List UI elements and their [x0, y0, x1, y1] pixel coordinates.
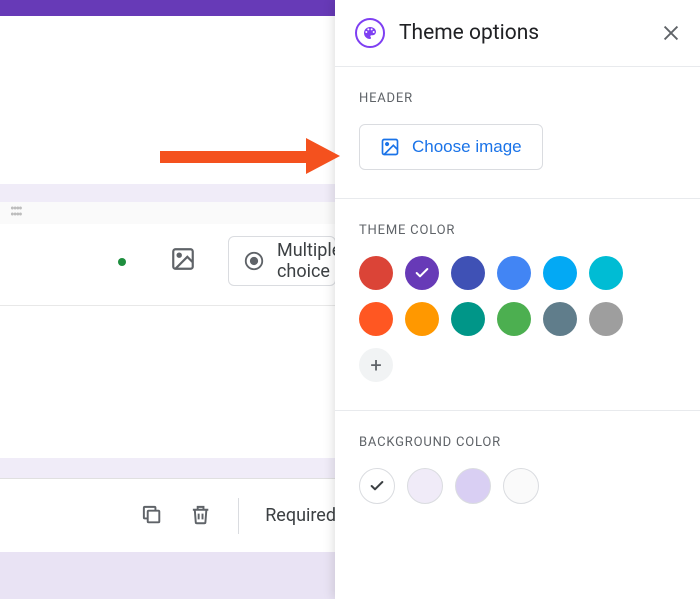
annotation-arrow-icon [160, 138, 340, 174]
duplicate-icon[interactable] [140, 503, 163, 529]
required-label: Required [265, 505, 336, 526]
theme-color-swatch[interactable] [451, 302, 485, 336]
theme-color-swatch[interactable] [405, 302, 439, 336]
theme-color-swatch[interactable] [451, 256, 485, 290]
theme-color-swatch[interactable] [589, 256, 623, 290]
palette-icon [355, 18, 385, 48]
drag-handle-icon[interactable]: •••••••• [10, 206, 21, 218]
input-focus-indicator [118, 258, 126, 266]
theme-color-swatches: + [359, 256, 659, 382]
theme-color-swatch[interactable] [543, 256, 577, 290]
theme-options-panel: Theme options HEADER Choose image THEME … [335, 0, 700, 599]
background-color-swatches [359, 468, 659, 504]
section-label-theme-color: THEME COLOR [359, 223, 676, 238]
section-label-header: HEADER [359, 91, 676, 106]
panel-header: Theme options [335, 0, 700, 67]
background-color-section: BACKGROUND COLOR [335, 411, 700, 532]
radio-icon [243, 250, 265, 272]
theme-color-swatch[interactable] [497, 256, 531, 290]
question-toolbar: Required [0, 478, 336, 552]
section-label-background-color: BACKGROUND COLOR [359, 435, 676, 450]
add-custom-color-button[interactable]: + [359, 348, 393, 382]
choose-image-button[interactable]: Choose image [359, 124, 543, 170]
background-strip [0, 458, 336, 478]
background-color-swatch[interactable] [455, 468, 491, 504]
background-strip [0, 552, 336, 599]
header-section: HEADER Choose image [335, 67, 700, 199]
background-color-swatch[interactable] [359, 468, 395, 504]
form-accent-bar [0, 0, 336, 16]
card-body [0, 306, 336, 458]
theme-color-swatch[interactable] [359, 302, 393, 336]
delete-icon[interactable] [189, 503, 212, 529]
question-type-selector[interactable]: Multiple choice [228, 236, 336, 286]
question-type-label: Multiple choice [277, 240, 336, 282]
theme-color-swatch[interactable] [359, 256, 393, 290]
question-drag-area [0, 202, 336, 224]
close-icon[interactable] [660, 22, 682, 44]
theme-color-swatch[interactable] [589, 302, 623, 336]
theme-color-section: THEME COLOR + [335, 199, 700, 411]
image-icon [380, 137, 400, 157]
background-color-swatch[interactable] [503, 468, 539, 504]
theme-color-swatch[interactable] [405, 256, 439, 290]
theme-color-swatch[interactable] [497, 302, 531, 336]
choose-image-label: Choose image [412, 137, 522, 157]
add-image-icon[interactable] [170, 246, 196, 272]
background-strip [0, 184, 336, 202]
background-color-swatch[interactable] [407, 468, 443, 504]
panel-title: Theme options [399, 21, 646, 45]
form-editor-background: •••••••• Multiple choice Required [0, 0, 336, 599]
toolbar-divider [238, 498, 239, 534]
theme-color-swatch[interactable] [543, 302, 577, 336]
